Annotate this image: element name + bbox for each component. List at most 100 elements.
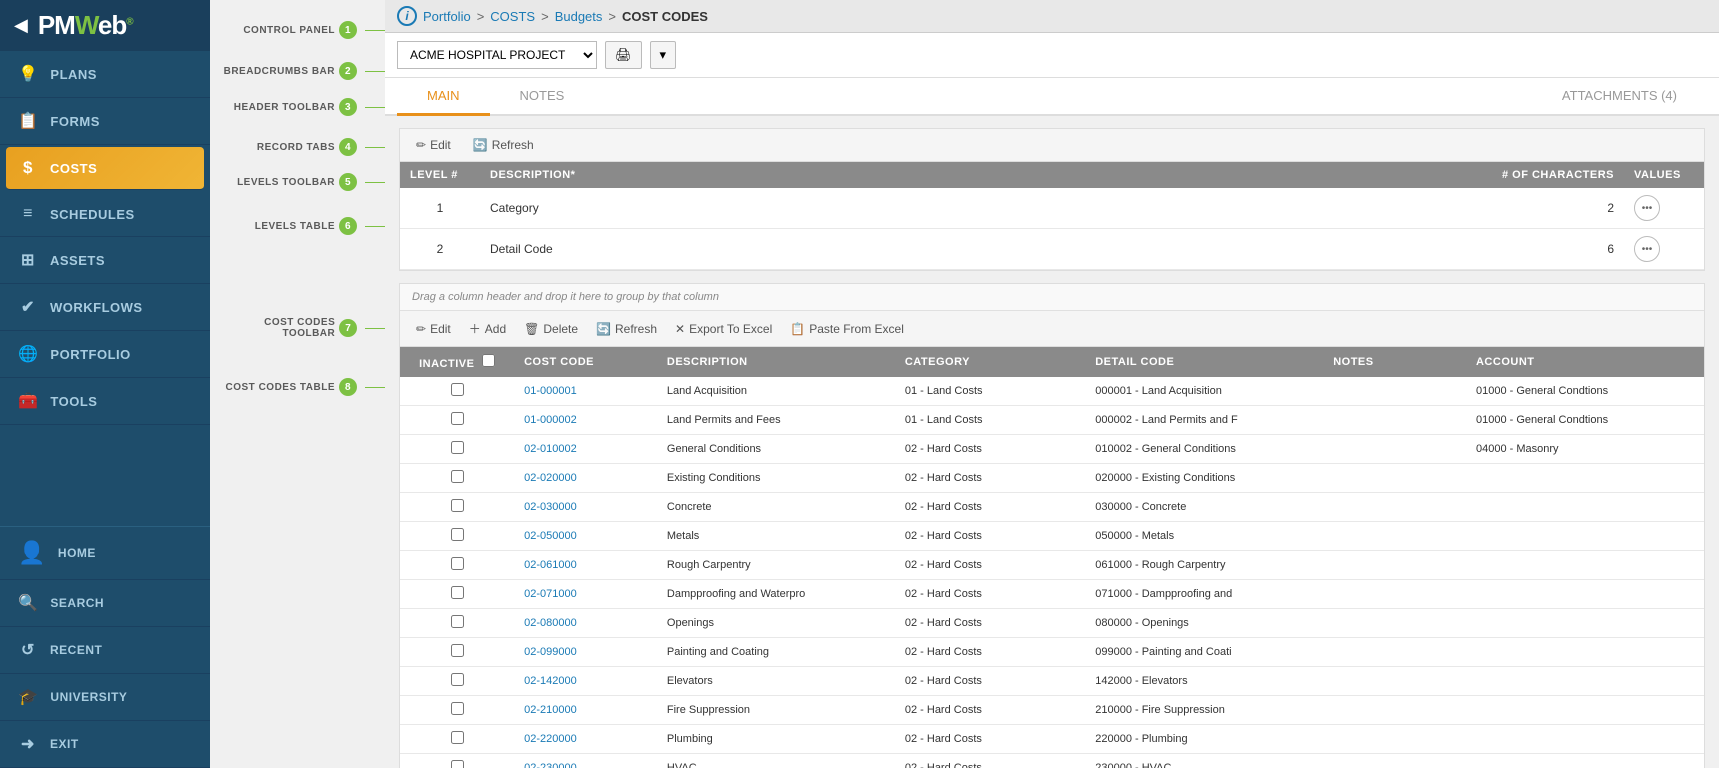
edit-icon: ✏ bbox=[416, 138, 426, 152]
category-cell: 02 - Hard Costs bbox=[895, 609, 1085, 638]
notes-cell bbox=[1323, 580, 1466, 609]
sidebar-item-portfolio[interactable]: 🌐 PORTFOLIO bbox=[0, 331, 210, 378]
cost-code-cell: 02-142000 bbox=[514, 667, 657, 696]
detail-code-cell: 230000 - HVAC bbox=[1085, 754, 1323, 768]
row-checkbox[interactable] bbox=[451, 528, 464, 541]
costs-export-button[interactable]: ✕ Export To Excel bbox=[669, 319, 778, 339]
notes-cell bbox=[1323, 638, 1466, 667]
level-characters: 2 bbox=[1484, 188, 1624, 229]
levels-row: 2 Detail Code 6 ••• bbox=[400, 229, 1704, 270]
col-notes: NOTES bbox=[1323, 347, 1466, 377]
level-values: ••• bbox=[1624, 188, 1704, 229]
sidebar-item-workflows[interactable]: ✔ WORKFLOWS bbox=[0, 284, 210, 331]
row-checkbox[interactable] bbox=[451, 441, 464, 454]
cost-code-link[interactable]: 01-000001 bbox=[524, 385, 577, 397]
cost-code-link[interactable]: 02-099000 bbox=[524, 646, 577, 658]
col-description: DESCRIPTION* bbox=[480, 162, 1484, 188]
cost-code-link[interactable]: 01-000002 bbox=[524, 414, 577, 426]
cost-code-cell: 01-000001 bbox=[514, 377, 657, 406]
cost-code-cell: 02-010002 bbox=[514, 435, 657, 464]
table-row: 02-142000 Elevators 02 - Hard Costs 1420… bbox=[400, 667, 1704, 696]
row-checkbox[interactable] bbox=[451, 412, 464, 425]
col-characters: # OF CHARACTERS bbox=[1484, 162, 1624, 188]
sidebar-item-assets[interactable]: ⊞ ASSETS bbox=[0, 237, 210, 284]
account-cell bbox=[1466, 609, 1704, 638]
costs-edit-button[interactable]: ✏ Edit bbox=[410, 319, 457, 339]
table-row: 02-010002 General Conditions 02 - Hard C… bbox=[400, 435, 1704, 464]
annotation-breadcrumbs: BREADCRUMBS BAR 2 bbox=[224, 62, 365, 80]
ellipsis-button[interactable]: ••• bbox=[1634, 195, 1660, 221]
levels-refresh-button[interactable]: 🔄 Refresh bbox=[467, 135, 540, 155]
header-toolbar: ACME HOSPITAL PROJECT 🖨 ▾ bbox=[385, 33, 1719, 78]
levels-edit-button[interactable]: ✏ Edit bbox=[410, 135, 457, 155]
cost-code-cell: 02-099000 bbox=[514, 638, 657, 667]
row-checkbox[interactable] bbox=[451, 673, 464, 686]
sidebar-item-costs[interactable]: $ COSTS bbox=[6, 147, 204, 190]
sidebar-toggle[interactable]: ◀ bbox=[14, 15, 28, 36]
sidebar-item-label: SEARCH bbox=[50, 596, 104, 610]
tab-main[interactable]: MAIN bbox=[397, 78, 490, 116]
sidebar-item-exit[interactable]: ➜ EXIT bbox=[0, 721, 210, 768]
ellipsis-button[interactable]: ••• bbox=[1634, 236, 1660, 262]
level-description: Detail Code bbox=[480, 229, 1484, 270]
breadcrumb-budgets[interactable]: Budgets bbox=[555, 9, 603, 24]
costs-add-button[interactable]: ＋ Add bbox=[463, 317, 512, 340]
category-cell: 02 - Hard Costs bbox=[895, 464, 1085, 493]
sidebar-item-search[interactable]: 🔍 SEARCH bbox=[0, 580, 210, 627]
select-all-checkbox[interactable] bbox=[482, 354, 495, 367]
dropdown-button[interactable]: ▾ bbox=[650, 41, 677, 69]
sidebar-item-recent[interactable]: ↺ RECENT bbox=[0, 627, 210, 674]
description-cell: Existing Conditions bbox=[657, 464, 895, 493]
row-checkbox[interactable] bbox=[451, 499, 464, 512]
sidebar-item-plans[interactable]: 💡 PLANS bbox=[0, 51, 210, 98]
notes-cell bbox=[1323, 435, 1466, 464]
cost-code-link[interactable]: 02-220000 bbox=[524, 733, 577, 745]
row-checkbox[interactable] bbox=[451, 644, 464, 657]
notes-cell bbox=[1323, 667, 1466, 696]
university-icon: 🎓 bbox=[18, 687, 38, 707]
edit-icon: ✏ bbox=[416, 322, 426, 336]
account-cell: 01000 - General Condtions bbox=[1466, 406, 1704, 435]
sidebar-item-tools[interactable]: 🧰 TOOLS bbox=[0, 378, 210, 425]
row-checkbox[interactable] bbox=[451, 731, 464, 744]
cost-code-link[interactable]: 02-080000 bbox=[524, 617, 577, 629]
recent-icon: ↺ bbox=[18, 640, 38, 660]
detail-code-cell: 010002 - General Conditions bbox=[1085, 435, 1323, 464]
description-cell: Land Permits and Fees bbox=[657, 406, 895, 435]
cost-code-link[interactable]: 02-071000 bbox=[524, 588, 577, 600]
cost-code-link[interactable]: 02-230000 bbox=[524, 762, 577, 768]
project-selector[interactable]: ACME HOSPITAL PROJECT bbox=[397, 41, 597, 69]
sidebar-item-forms[interactable]: 📋 FORMS bbox=[0, 98, 210, 145]
breadcrumb-portfolio[interactable]: Portfolio bbox=[423, 9, 471, 24]
sidebar-item-schedules[interactable]: ≡ SCHEDULES bbox=[0, 192, 210, 237]
tab-attachments[interactable]: ATTACHMENTS (4) bbox=[1532, 78, 1707, 116]
costs-paste-button[interactable]: 📋 Paste From Excel bbox=[784, 319, 910, 339]
row-checkbox[interactable] bbox=[451, 383, 464, 396]
cost-code-link[interactable]: 02-210000 bbox=[524, 704, 577, 716]
notes-cell bbox=[1323, 493, 1466, 522]
row-checkbox[interactable] bbox=[451, 615, 464, 628]
print-button[interactable]: 🖨 bbox=[605, 41, 642, 69]
notes-cell bbox=[1323, 522, 1466, 551]
description-cell: Rough Carpentry bbox=[657, 551, 895, 580]
description-cell: Metals bbox=[657, 522, 895, 551]
cost-code-link[interactable]: 02-050000 bbox=[524, 530, 577, 542]
cost-code-link[interactable]: 02-061000 bbox=[524, 559, 577, 571]
breadcrumb-costs[interactable]: COSTS bbox=[490, 9, 535, 24]
row-checkbox[interactable] bbox=[451, 586, 464, 599]
row-checkbox[interactable] bbox=[451, 557, 464, 570]
sidebar-item-university[interactable]: 🎓 UNIVERSITY bbox=[0, 674, 210, 721]
row-checkbox[interactable] bbox=[451, 760, 464, 768]
row-checkbox[interactable] bbox=[451, 470, 464, 483]
sidebar-item-home[interactable]: 👤 HOME bbox=[0, 527, 210, 580]
cost-code-link[interactable]: 02-030000 bbox=[524, 501, 577, 513]
cost-code-link[interactable]: 02-020000 bbox=[524, 472, 577, 484]
costs-delete-button[interactable]: 🗑 Delete bbox=[518, 319, 584, 339]
col-category: CATEGORY bbox=[895, 347, 1085, 377]
cost-code-link[interactable]: 02-142000 bbox=[524, 675, 577, 687]
cost-code-link[interactable]: 02-010002 bbox=[524, 443, 577, 455]
costs-refresh-button[interactable]: 🔄 Refresh bbox=[590, 319, 663, 339]
tab-notes[interactable]: NOTES bbox=[490, 78, 595, 116]
notes-cell bbox=[1323, 754, 1466, 768]
row-checkbox[interactable] bbox=[451, 702, 464, 715]
